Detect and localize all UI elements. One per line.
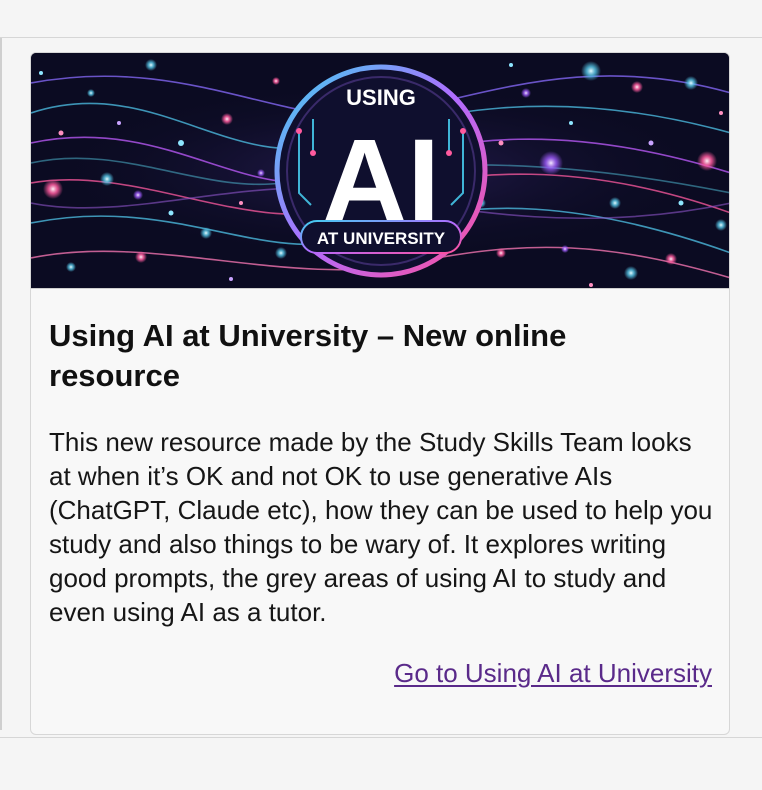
card-banner-image: USING AI AT UNIVERSITY (31, 53, 729, 289)
banner-word-at-university: AT UNIVERSITY (317, 229, 446, 248)
go-to-resource-link[interactable]: Go to Using AI at University (394, 656, 712, 690)
previous-card-edge (0, 38, 2, 730)
card-description: This new resource made by the Study Skil… (49, 427, 713, 627)
banner-word-using: USING (346, 85, 416, 110)
resource-card: USING AI AT UNIVERSITY Using AI at Unive… (30, 52, 730, 735)
bottom-divider (0, 737, 762, 738)
card-title: Using AI at University – New online reso… (49, 318, 567, 393)
top-divider (0, 37, 762, 38)
